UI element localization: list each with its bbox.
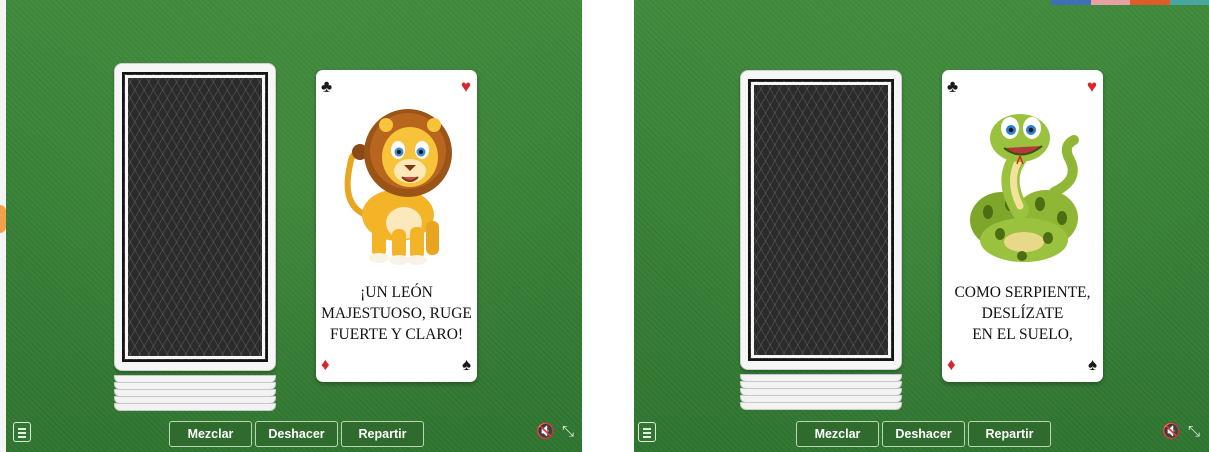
toolbar: Mezclar Deshacer Repartir: [169, 421, 424, 447]
shuffle-button[interactable]: Mezclar: [796, 421, 879, 447]
deck-layer: [114, 382, 276, 390]
card-back-pattern: [748, 79, 894, 361]
deck-layer: [740, 388, 902, 396]
deck-layer: [740, 374, 902, 382]
verse-line: ¡UN LEÓN: [360, 284, 433, 301]
deck-layer: [740, 381, 902, 389]
undo-button[interactable]: Deshacer: [882, 421, 965, 447]
card-back-pattern: [122, 72, 268, 362]
game-table-right: ♣ ♥ ♦ ♠ COMO SERPIENTE, DESLÍZATE EN EL …: [634, 0, 1209, 452]
deck-layer: [114, 396, 276, 404]
exit-fullscreen-icon[interactable]: ⤡: [1188, 424, 1200, 440]
verse-line: MAJESTUOSO, RUGE: [321, 305, 472, 322]
deck-layer: [114, 403, 276, 411]
snake-illustration: [970, 114, 1079, 262]
deal-button[interactable]: Repartir: [968, 421, 1051, 447]
mute-icon[interactable]: 🔇: [536, 424, 555, 440]
deal-button[interactable]: Repartir: [341, 421, 424, 447]
shuffle-button[interactable]: Mezclar: [169, 421, 252, 447]
card-deck[interactable]: [114, 63, 276, 411]
verse-line: EN EL SUELO,: [972, 326, 1073, 343]
toolbar: Mezclar Deshacer Repartir: [796, 421, 1051, 447]
card-verse: ¡UN LEÓN MAJESTUOSO, RUGE FUERTE Y CLARO…: [316, 282, 477, 345]
verse-line: FUERTE Y CLARO!: [329, 326, 464, 343]
verse-line: DESLÍZATE: [981, 305, 1064, 322]
panel-gap: [582, 0, 634, 452]
deck-top-card[interactable]: [740, 70, 902, 370]
top-color-strip: [1051, 0, 1209, 5]
face-up-card[interactable]: ♣ ♥ ♦ ♠: [316, 70, 477, 382]
spade-icon: ♠: [461, 355, 471, 374]
club-icon: ♣: [321, 77, 333, 96]
heart-icon: ♥: [460, 77, 471, 96]
menu-button[interactable]: [638, 422, 656, 442]
heart-icon: ♥: [1086, 77, 1097, 96]
club-icon: ♣: [947, 77, 959, 96]
deck-layer: [740, 402, 902, 410]
menu-button[interactable]: [13, 422, 31, 442]
deck-layer: [114, 375, 276, 383]
deck-top-card[interactable]: [114, 63, 276, 371]
deck-layer: [740, 395, 902, 403]
deck-layer: [114, 389, 276, 397]
lion-illustration: [344, 109, 452, 265]
diamond-icon: ♦: [321, 355, 330, 374]
mute-icon[interactable]: 🔇: [1162, 424, 1181, 440]
face-up-card[interactable]: ♣ ♥ ♦ ♠: [942, 70, 1103, 382]
spade-icon: ♠: [1087, 355, 1097, 374]
card-deck[interactable]: [740, 70, 902, 410]
verse-line: COMO SERPIENTE,: [954, 284, 1091, 301]
card-verse: COMO SERPIENTE, DESLÍZATE EN EL SUELO,: [942, 282, 1103, 345]
exit-fullscreen-icon[interactable]: ⤡: [562, 424, 574, 440]
game-table-left: ♣ ♥ ♦ ♠ ¡UN LEÓN MAJESTUOSO, RUGE FUERTE…: [6, 0, 582, 452]
diamond-icon: ♦: [947, 355, 956, 374]
undo-button[interactable]: Deshacer: [255, 421, 338, 447]
